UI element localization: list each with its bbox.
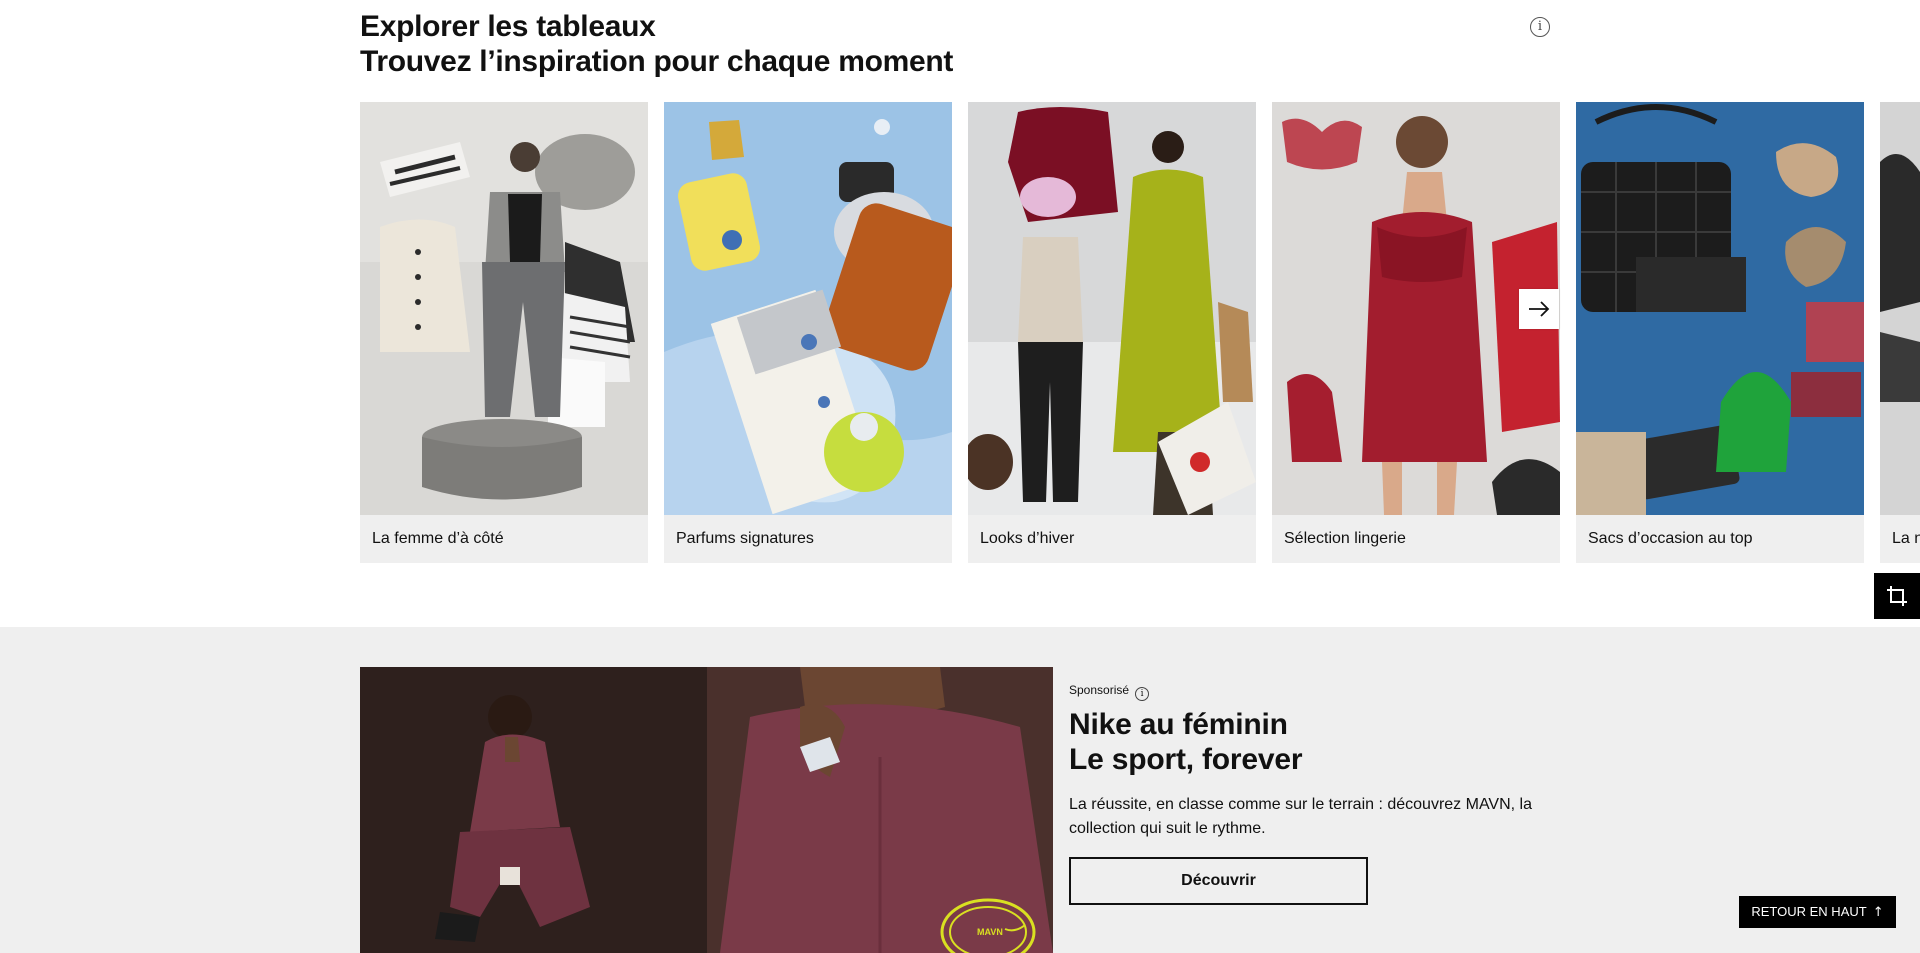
promo-image[interactable]: MAVN	[360, 667, 1053, 953]
board-card[interactable]: Sélection lingerie	[1272, 102, 1560, 563]
back-to-top-button[interactable]: RETOUR EN HAUT ↑	[1739, 896, 1896, 928]
board-card-label: Sacs d’occasion au top	[1588, 530, 1753, 547]
board-card-image	[1880, 102, 1920, 515]
crop-button[interactable]	[1874, 573, 1920, 619]
promo-description: La réussite, en classe comme sur le terr…	[1069, 796, 1532, 837]
board-card-image	[360, 102, 648, 515]
promo-badge-text: MAVN	[977, 927, 1003, 937]
board-card[interactable]: Sacs d’occasion au top	[1576, 102, 1864, 563]
crop-icon	[1887, 586, 1907, 606]
carousel-next-button[interactable]	[1519, 289, 1559, 329]
board-card-image	[664, 102, 952, 515]
promo-title: Nike au féminin Le sport, forever	[1069, 707, 1303, 777]
discover-button[interactable]: Découvrir	[1069, 857, 1368, 905]
arrow-right-icon	[1529, 301, 1550, 317]
boards-title: Explorer les tableaux Trouvez l’inspirat…	[360, 9, 953, 79]
board-card-label: Sélection lingerie	[1284, 530, 1406, 547]
info-icon[interactable]: i	[1135, 687, 1150, 701]
sponsored-label: Sponsorisé i	[1069, 682, 1150, 701]
boards-section: Explorer les tableaux Trouvez l’inspirat…	[0, 0, 1920, 627]
board-card[interactable]: Looks d’hiver	[968, 102, 1256, 563]
board-card[interactable]: La n	[1880, 102, 1920, 563]
boards-title-line1: Explorer les tableaux	[360, 10, 656, 43]
board-card-label: Parfums signatures	[676, 530, 814, 547]
boards-carousel: La femme d’à côté Parfums signatures Loo…	[360, 102, 1920, 563]
board-card-image	[1272, 102, 1560, 515]
back-to-top-label: RETOUR EN HAUT	[1751, 904, 1867, 919]
board-card-label: La femme d’à côté	[372, 530, 504, 547]
board-card[interactable]: La femme d’à côté	[360, 102, 648, 563]
arrow-up-icon: ↑	[1872, 905, 1884, 920]
board-card-label: La n	[1892, 530, 1920, 547]
sponsored-section: MAVN Sponsorisé i Nike au féminin Le spor…	[0, 627, 1920, 953]
board-card-image	[1576, 102, 1864, 515]
board-card[interactable]: Parfums signatures	[664, 102, 952, 563]
promo-title-line1: Nike au féminin	[1069, 708, 1288, 741]
info-icon[interactable]: i	[1530, 17, 1550, 37]
boards-title-line2: Trouvez l’inspiration pour chaque moment	[360, 45, 954, 78]
board-card-label: Looks d’hiver	[980, 530, 1075, 547]
promo-title-line2: Le sport, forever	[1069, 743, 1303, 776]
board-card-image	[968, 102, 1256, 515]
sponsored-text: Sponsorisé	[1069, 683, 1130, 697]
